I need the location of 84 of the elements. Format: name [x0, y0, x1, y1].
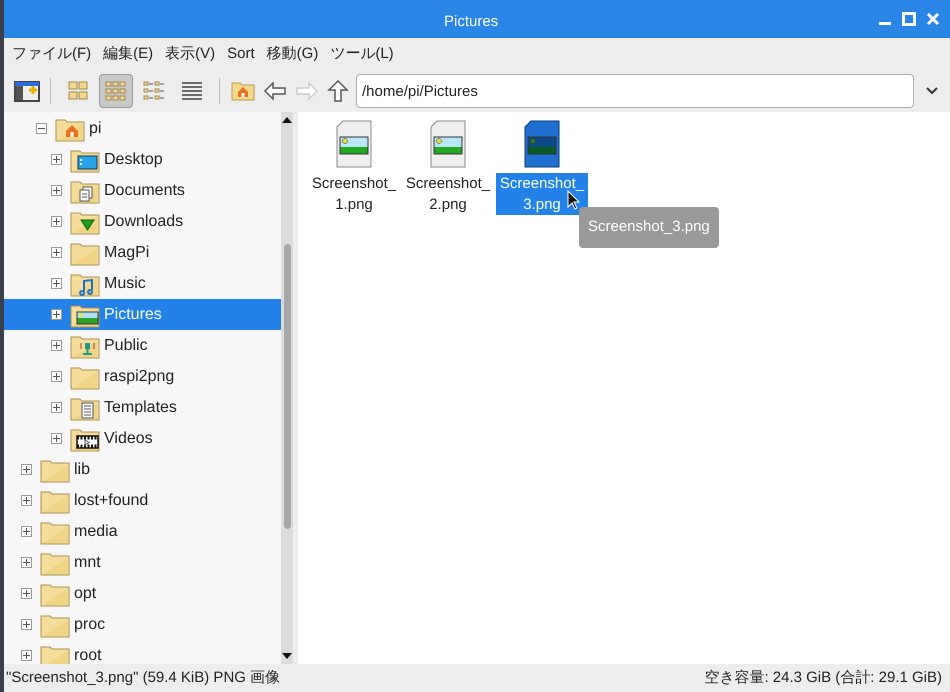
tree-item-label: Desktop: [104, 150, 163, 170]
tree-item[interactable]: Public: [4, 330, 281, 361]
tree-item-label: Downloads: [104, 212, 184, 232]
menu-item[interactable]: 移動(G): [266, 42, 318, 66]
expand-icon[interactable]: [51, 278, 62, 289]
view-mode-icon: [104, 79, 128, 103]
tree-item-label: opt: [74, 584, 96, 604]
expand-icon[interactable]: [51, 185, 62, 196]
expand-icon[interactable]: [21, 557, 32, 568]
expand-icon[interactable]: [51, 309, 62, 320]
scroll-down-icon[interactable]: [282, 652, 292, 660]
tree-item-label: Videos: [104, 428, 153, 448]
tree-item[interactable]: Desktop: [4, 144, 281, 175]
file-name[interactable]: Screenshot_ 1.png: [310, 173, 398, 215]
tree-item[interactable]: Templates: [4, 392, 281, 423]
expand-icon[interactable]: [21, 650, 32, 661]
tree-item[interactable]: proc: [4, 609, 281, 640]
tree-item-label: Public: [104, 336, 148, 356]
tree-item[interactable]: MagPi: [4, 237, 281, 268]
expand-icon[interactable]: [51, 247, 62, 258]
expand-icon[interactable]: [21, 588, 32, 599]
tree-item[interactable]: lost+found: [4, 485, 281, 516]
tree-item-label: lib: [74, 460, 90, 480]
tree-item[interactable]: lib: [4, 454, 281, 485]
expand-icon[interactable]: [51, 340, 62, 351]
tree-item-label: media: [74, 522, 118, 542]
expand-icon[interactable]: [51, 216, 62, 227]
expand-icon[interactable]: [51, 433, 62, 444]
expand-icon[interactable]: [21, 619, 32, 630]
maximize-icon[interactable]: [902, 12, 916, 26]
tree-item-label: proc: [74, 614, 106, 634]
image-file-icon[interactable]: [523, 120, 561, 168]
file-name[interactable]: Screenshot_ 3.png: [496, 173, 588, 215]
path-field[interactable]: /home/pi/Pictures: [356, 74, 914, 108]
tree-item[interactable]: pi: [4, 113, 281, 144]
tree-item[interactable]: Pictures: [4, 299, 281, 330]
new-window-icon[interactable]: [14, 80, 40, 102]
mouse-cursor-icon: [567, 190, 581, 210]
expand-icon[interactable]: [51, 154, 62, 165]
home-folder-icon[interactable]: [230, 80, 256, 102]
tree-item-label: root: [74, 646, 102, 664]
tree-item[interactable]: Downloads: [4, 206, 281, 237]
file-name[interactable]: Screenshot_ 2.png: [404, 173, 492, 215]
scrollbar-thumb[interactable]: [284, 244, 290, 529]
free-space-text: 空き容量: 24.3 GiB (合計: 29.1 GiB): [704, 668, 942, 688]
close-icon[interactable]: [926, 12, 940, 26]
scroll-up-icon[interactable]: [282, 116, 292, 124]
tree-item-label: mnt: [74, 552, 101, 572]
expand-icon[interactable]: [21, 495, 32, 506]
menu-item[interactable]: 表示(V): [165, 42, 216, 66]
menu-item[interactable]: 編集(E): [103, 42, 154, 66]
up-arrow-icon[interactable]: [326, 79, 350, 103]
tree-item[interactable]: media: [4, 516, 281, 547]
menu-item[interactable]: ファイル(F): [12, 42, 92, 66]
tree-item-label: pi: [89, 118, 102, 138]
tree-item[interactable]: mnt: [4, 547, 281, 578]
window-title: Pictures: [444, 12, 498, 32]
tree-item-label: Music: [104, 274, 146, 294]
tree-item-label: MagPi: [104, 242, 150, 262]
back-arrow-icon[interactable]: [262, 80, 288, 102]
expand-icon[interactable]: [51, 402, 62, 413]
collapse-icon[interactable]: [36, 123, 47, 134]
tree-item[interactable]: root: [4, 640, 281, 664]
tree-item-label: raspi2png: [104, 366, 174, 386]
expand-icon[interactable]: [21, 464, 32, 475]
expand-icon[interactable]: [21, 526, 32, 537]
tree-item-label: lost+found: [74, 490, 148, 510]
expand-icon[interactable]: [51, 371, 62, 382]
tooltip: Screenshot_3.png: [579, 207, 719, 248]
image-file-icon[interactable]: [335, 120, 373, 168]
dropdown-caret-icon[interactable]: [926, 87, 938, 95]
menu-item[interactable]: Sort: [227, 42, 255, 66]
tree-item[interactable]: Documents: [4, 175, 281, 206]
tree-item[interactable]: raspi2png: [4, 361, 281, 392]
tree-item-label: Pictures: [104, 304, 162, 324]
tree-item[interactable]: Music: [4, 268, 281, 299]
tree-item-label: Documents: [104, 180, 185, 200]
scrollbar[interactable]: [281, 112, 293, 664]
image-file-icon[interactable]: [429, 120, 467, 168]
tree-item-label: Templates: [104, 398, 177, 418]
tree-item[interactable]: Videos: [4, 423, 281, 454]
menu-item[interactable]: ツール(L): [330, 42, 394, 66]
tree-item[interactable]: opt: [4, 578, 281, 609]
status-text: "Screenshot_3.png" (59.4 KiB) PNG 画像: [6, 668, 280, 688]
